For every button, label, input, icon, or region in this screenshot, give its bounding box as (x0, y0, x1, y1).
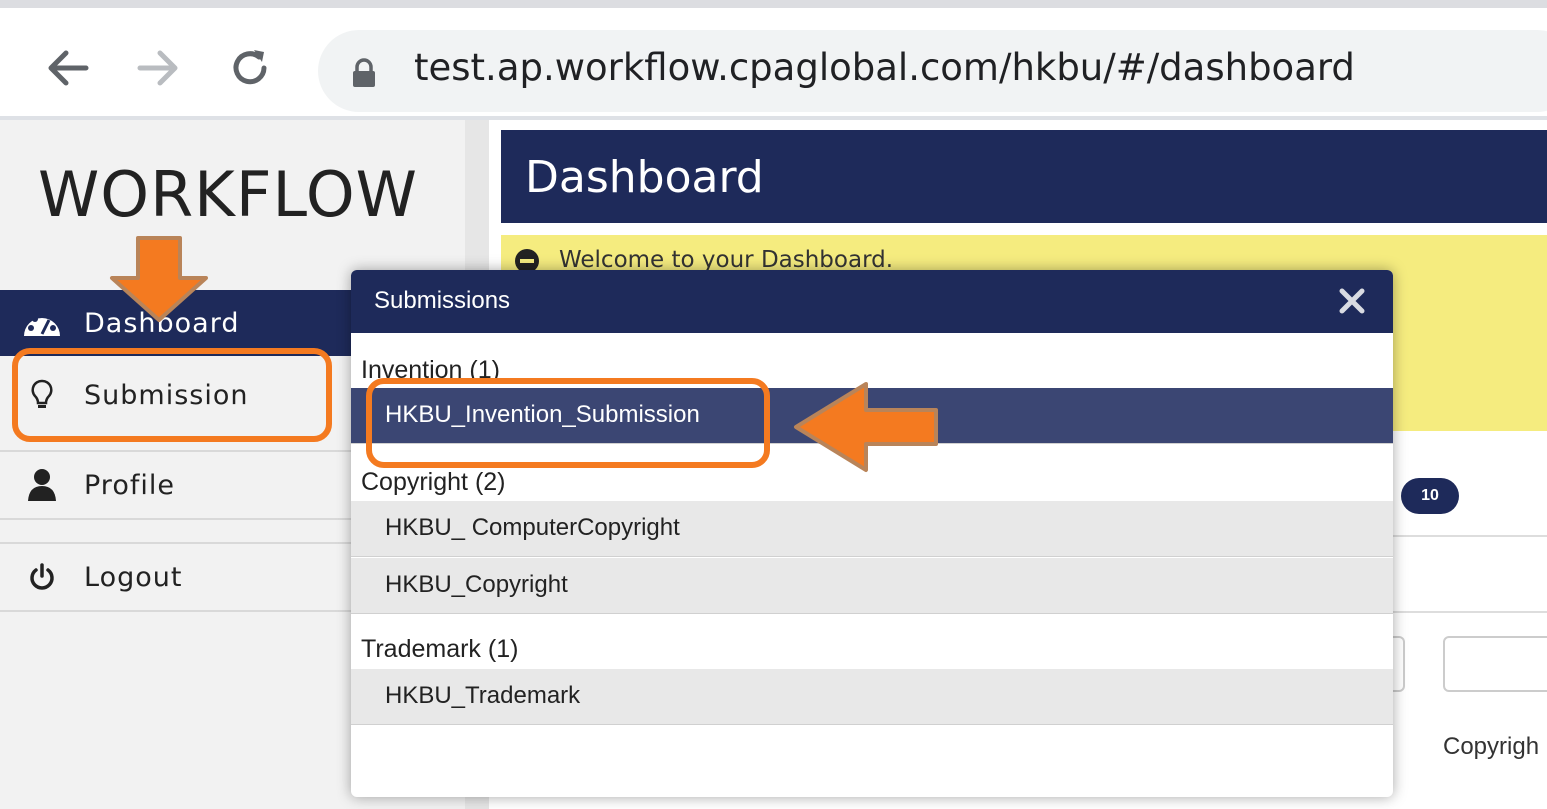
power-icon (22, 562, 62, 592)
option-copyright[interactable]: HKBU_Copyright (351, 558, 1393, 614)
forward-button[interactable] (128, 38, 188, 98)
sidebar-item-label: Dashboard (84, 307, 240, 339)
reload-icon (233, 50, 267, 85)
option-invention-submission[interactable]: HKBU_Invention_Submission (351, 388, 1393, 444)
browser-toolbar: test.ap.workflow.cpaglobal.com/hkbu/#/da… (0, 8, 1547, 116)
url-text: test.ap.workflow.cpaglobal.com/hkbu/#/da… (414, 46, 1355, 89)
group-heading-copyright: Copyright (2) (361, 468, 506, 496)
submissions-modal: Submissions Invention (1) HKBU_Invention… (351, 270, 1393, 797)
modal-header: Submissions (351, 270, 1393, 333)
sidebar-item-label: Profile (84, 469, 175, 501)
browser-top-edge (0, 0, 1547, 8)
modal-title: Submissions (374, 287, 511, 314)
close-icon (1339, 288, 1365, 314)
option-label: HKBU_Invention_Submission (385, 401, 700, 428)
sidebar-item-label: Logout (84, 561, 183, 593)
count-badge: 10 (1401, 478, 1459, 514)
lightbulb-icon (22, 378, 62, 412)
page-header: Dashboard (501, 130, 1547, 223)
page-title: Dashboard (525, 152, 764, 203)
option-label: HKBU_Copyright (385, 571, 568, 598)
reload-button[interactable] (220, 38, 280, 98)
option-label: HKBU_Trademark (385, 682, 581, 709)
table-cell: Copyrigh (1443, 733, 1540, 760)
app-logo: WORKFLOW (38, 158, 418, 231)
divider (1393, 611, 1547, 613)
option-trademark[interactable]: HKBU_Trademark (351, 669, 1393, 725)
close-button[interactable] (1335, 284, 1369, 318)
filter-input[interactable] (1393, 636, 1405, 692)
arrow-right-icon (137, 50, 178, 86)
dashboard-gauge-icon (22, 306, 62, 340)
user-icon (22, 468, 62, 502)
search-input[interactable] (1443, 636, 1547, 692)
option-computer-copyright[interactable]: HKBU_ ComputerCopyright (351, 501, 1393, 557)
option-label: HKBU_ ComputerCopyright (385, 514, 680, 541)
divider (1393, 535, 1547, 537)
group-heading-trademark: Trademark (1) (361, 635, 519, 663)
arrow-left-icon (48, 50, 89, 86)
lock-icon (353, 58, 375, 87)
sidebar-item-label: Submission (84, 379, 249, 411)
back-button[interactable] (38, 38, 98, 98)
group-heading-invention: Invention (1) (361, 356, 500, 384)
